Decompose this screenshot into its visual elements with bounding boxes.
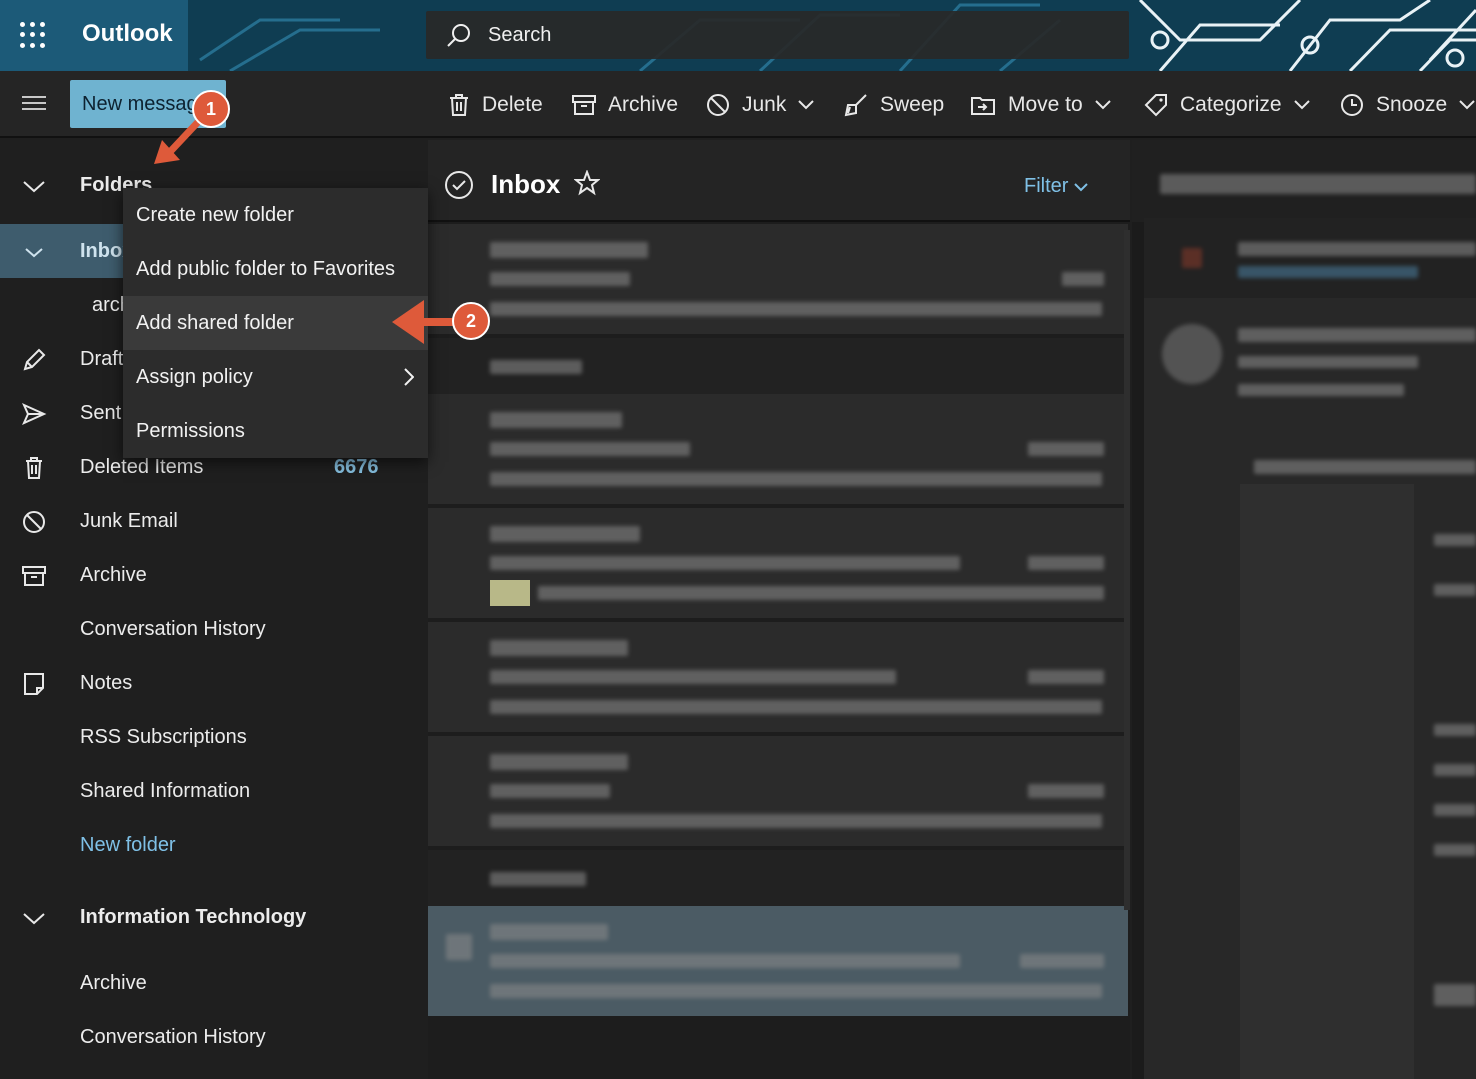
app-title[interactable]: Outlook — [82, 20, 173, 48]
sweep-button[interactable]: Sweep — [844, 85, 944, 125]
snooze-label: Snooze — [1376, 93, 1448, 116]
search-icon — [447, 24, 470, 47]
chevron-down-icon — [23, 913, 45, 925]
move-to-label: Move to — [1008, 93, 1083, 116]
categorize-label: Categorize — [1180, 93, 1282, 116]
junk-label: Junk — [742, 93, 787, 116]
menu-item-create-new-folder[interactable]: Create new folder — [123, 188, 428, 242]
favorite-star-icon[interactable] — [574, 170, 600, 196]
block-icon — [707, 94, 729, 116]
message-list-title: Inbox — [491, 169, 561, 199]
step1-badge: 1 — [192, 90, 230, 128]
junk-button[interactable]: Junk — [706, 85, 815, 125]
chevron-down-icon — [25, 248, 43, 258]
move-folder-icon — [971, 97, 995, 115]
filter-button[interactable]: Filter — [1024, 175, 1088, 198]
group-folder-conversation-history-label: Conversation History — [80, 1025, 266, 1048]
group-folder-conversation-history[interactable]: Conversation History — [0, 1010, 420, 1064]
note-icon — [24, 673, 44, 695]
chevron-down-icon — [798, 100, 815, 110]
menu-item-add-public-folder[interactable]: Add public folder to Favorites — [123, 242, 428, 296]
delete-label: Delete — [482, 93, 543, 116]
message-item[interactable] — [428, 736, 1128, 848]
message-item[interactable] — [428, 224, 1128, 336]
sweep-label: Sweep — [880, 93, 945, 116]
scrollbar[interactable] — [1124, 230, 1130, 910]
chevron-down-icon — [1074, 183, 1088, 192]
reading-pane-header — [1132, 140, 1476, 222]
send-icon — [22, 403, 47, 425]
folder-junk-email-label: Junk Email — [80, 509, 178, 532]
group-folder-archive-label: Archive — [80, 971, 147, 994]
message-list-pane: Inbox Filter — [428, 140, 1130, 1079]
chevron-right-icon — [404, 368, 414, 386]
folder-shared-information-label: Shared Information — [80, 779, 251, 802]
search-box[interactable] — [426, 11, 1129, 59]
archive-button[interactable]: Archive — [572, 85, 678, 125]
delete-button[interactable]: Delete — [448, 85, 543, 125]
folders-context-menu: Create new folder Add public folder to F… — [123, 188, 428, 458]
block-icon — [23, 511, 45, 533]
reading-pane-body — [1144, 218, 1476, 1079]
chevron-down-icon — [23, 181, 45, 193]
folder-notes-label: Notes — [80, 671, 133, 694]
top-bar: Outlook — [0, 0, 1476, 71]
folder-rss-subscriptions-label: RSS Subscriptions — [80, 725, 247, 748]
clock-icon — [1341, 94, 1363, 116]
step1-arrow-icon — [154, 118, 202, 164]
menu-item-assign-policy[interactable]: Assign policy — [123, 350, 428, 404]
message-list-header: Inbox Filter — [428, 140, 1130, 222]
folder-archive-label: Archive — [80, 563, 147, 586]
folder-archive[interactable]: Archive — [0, 548, 420, 602]
pencil-icon — [23, 348, 46, 371]
message-item[interactable] — [428, 622, 1128, 734]
folder-inbox[interactable]: Inbox — [0, 224, 133, 278]
new-folder-label: New folder — [80, 833, 176, 856]
categorize-button[interactable]: Categorize — [1144, 85, 1310, 125]
folder-shared-information[interactable]: Shared Information — [0, 764, 420, 818]
snooze-button[interactable]: Snooze — [1340, 85, 1475, 125]
message-item[interactable] — [428, 394, 1128, 506]
unread-count-badge: 6676 — [334, 455, 379, 478]
folder-conversation-history-label: Conversation History — [80, 617, 266, 640]
move-to-button[interactable]: Move to — [970, 85, 1111, 125]
archive-icon — [572, 95, 596, 115]
archive-icon — [22, 566, 46, 586]
menu-item-add-shared-folder[interactable]: Add shared folder — [123, 296, 428, 350]
menu-item-assign-policy-label: Assign policy — [136, 366, 253, 388]
chevron-down-icon — [1094, 100, 1111, 110]
filter-label: Filter — [1024, 175, 1069, 197]
trash-icon — [450, 94, 468, 116]
new-folder-link[interactable]: New folder — [0, 818, 420, 872]
broom-icon — [844, 94, 867, 117]
group-folder-archive[interactable]: Archive — [0, 956, 420, 1010]
search-input[interactable] — [488, 19, 1088, 51]
message-item[interactable] — [428, 508, 1128, 620]
folder-rss-subscriptions[interactable]: RSS Subscriptions — [0, 710, 420, 764]
navigation-toggle-icon[interactable] — [22, 96, 46, 112]
reading-pane — [1132, 140, 1476, 1079]
folder-conversation-history[interactable]: Conversation History — [0, 602, 420, 656]
date-group-header — [428, 338, 1128, 394]
group-information-technology[interactable]: Information Technology — [0, 890, 420, 944]
app-launcher-icon[interactable] — [20, 22, 46, 48]
select-all-check-icon[interactable] — [444, 170, 474, 200]
folder-junk-email[interactable]: Junk Email — [0, 494, 420, 548]
tag-icon — [1144, 94, 1167, 117]
message-item-selected[interactable] — [428, 906, 1128, 1018]
menu-item-permissions[interactable]: Permissions — [123, 404, 428, 458]
step2-badge: 2 — [452, 302, 490, 340]
chevron-down-icon — [1459, 100, 1475, 110]
trash-icon — [26, 457, 42, 479]
chevron-down-icon — [1293, 100, 1310, 110]
folder-notes[interactable]: Notes — [0, 656, 420, 710]
folder-deleted-items-label: Deleted Items — [80, 455, 204, 478]
date-group-header — [428, 850, 1128, 906]
group-information-technology-label: Information Technology — [80, 905, 307, 928]
archive-label: Archive — [608, 93, 679, 116]
